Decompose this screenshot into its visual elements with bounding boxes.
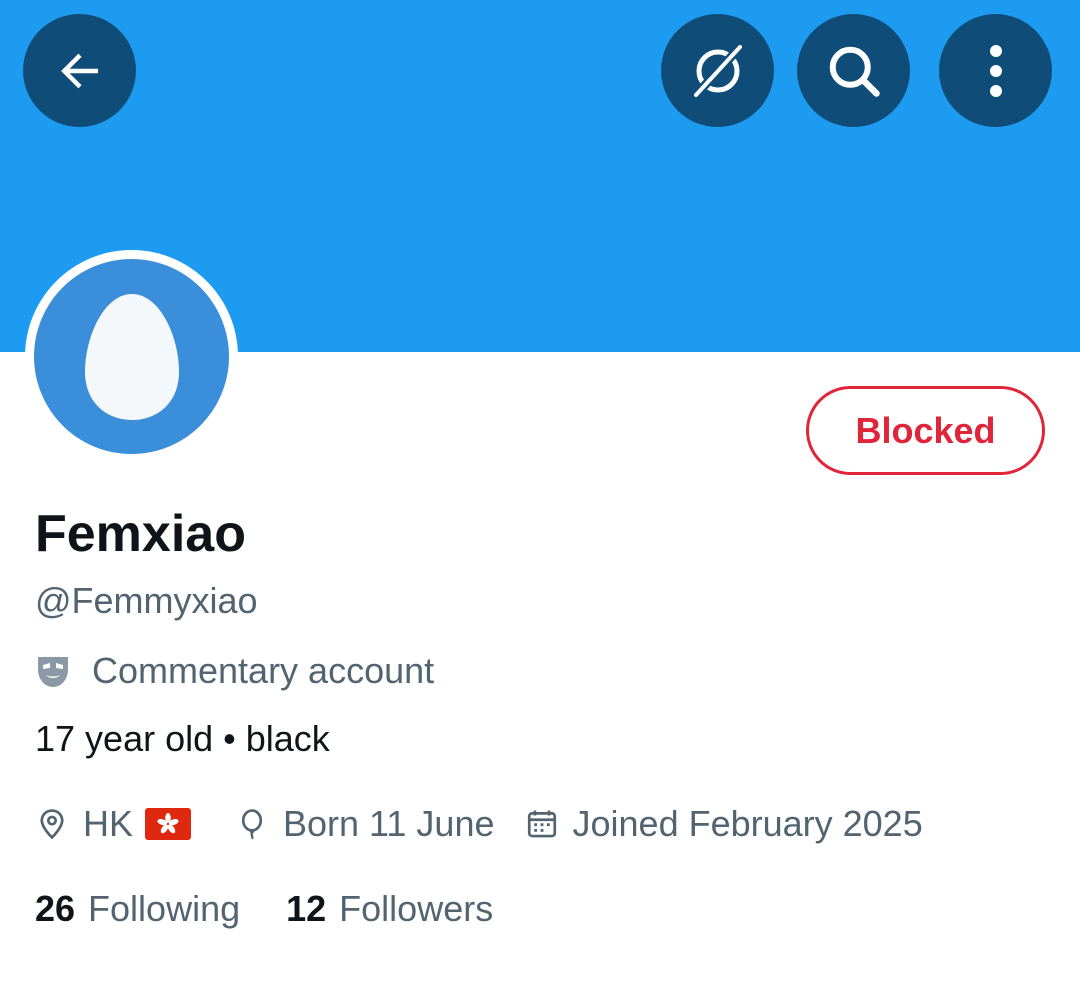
account-label-text: Commentary account: [92, 650, 435, 691]
grok-icon: [690, 41, 745, 100]
display-name: Femxiao: [35, 505, 246, 563]
blocked-button-label: Blocked: [855, 409, 996, 451]
search-button[interactable]: [797, 14, 910, 127]
profile-meta: HK Born 11 June Joined February 2025: [35, 803, 953, 845]
blocked-button[interactable]: Blocked: [806, 386, 1045, 475]
followers-label: Followers: [339, 888, 494, 929]
location-text: HK: [83, 803, 134, 844]
avatar[interactable]: [25, 250, 238, 463]
grok-button[interactable]: [661, 14, 774, 127]
birthday: Born 11 June: [235, 803, 495, 845]
more-button[interactable]: [939, 14, 1052, 127]
user-handle: @Femmyxiao: [35, 580, 258, 621]
birthday-text: Born 11 June: [283, 803, 495, 844]
joined-text: Joined February 2025: [572, 803, 923, 844]
hong-kong-flag-icon: [145, 808, 205, 840]
joined-date: Joined February 2025: [525, 803, 923, 845]
search-icon: [829, 46, 880, 97]
following-count: 26: [35, 888, 76, 929]
arrow-left-icon: [60, 53, 98, 88]
more-vertical-icon: [989, 44, 1002, 97]
balloon-icon: [241, 809, 263, 840]
location: HK: [35, 803, 205, 845]
parody-mask-icon: [35, 653, 71, 689]
account-label: Commentary account: [35, 650, 434, 692]
following-label: Following: [88, 888, 241, 929]
followers-count: 12: [286, 888, 327, 929]
back-button[interactable]: [23, 14, 136, 127]
avatar-image: [34, 259, 229, 454]
bio-text: 17 year old • black: [35, 718, 330, 759]
following-link[interactable]: 26 Following: [35, 888, 240, 930]
calendar-icon: [527, 810, 556, 838]
followers-link[interactable]: 12 Followers: [286, 888, 493, 930]
follow-stats: 26 Following 12 Followers: [35, 888, 539, 930]
default-egg-avatar-icon: [84, 293, 179, 420]
location-pin-icon: [40, 809, 64, 840]
